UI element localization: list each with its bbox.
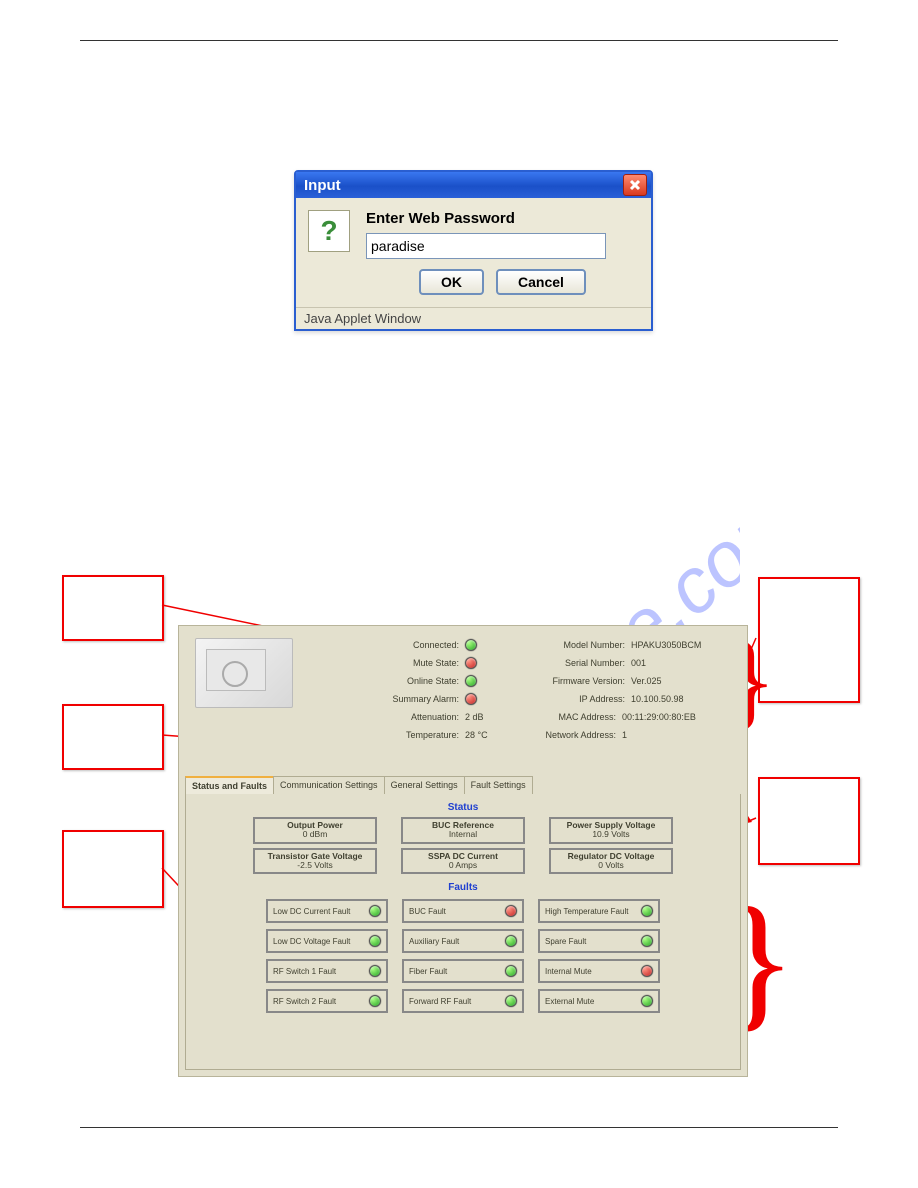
annotation-box (62, 830, 164, 908)
dialog-statusbar: Java Applet Window (296, 307, 651, 329)
fault-led (369, 995, 381, 1007)
led-mute (465, 657, 477, 669)
fault-led (641, 995, 653, 1007)
value-model: HPAKU3050BCM (631, 640, 737, 650)
device-image (195, 638, 293, 708)
dialog-title: Input (304, 177, 341, 194)
led-online (465, 675, 477, 687)
fault-led (641, 905, 653, 917)
section-title-status: Status (186, 802, 740, 813)
value-serial: 001 (631, 658, 737, 668)
status-box: Regulator DC Voltage0 Volts (549, 848, 673, 875)
fault-cell: Internal Mute (538, 959, 660, 983)
question-icon: ? (308, 210, 350, 252)
label-serial: Serial Number: (525, 658, 631, 668)
status-box: BUC ReferenceInternal (401, 817, 525, 844)
fault-cell: Spare Fault (538, 929, 660, 953)
password-input[interactable] (366, 233, 606, 259)
tab-status-faults[interactable]: Status and Faults (185, 776, 274, 794)
value-mac: 00:11:29:00:80:EB (622, 712, 737, 722)
fault-cell: RF Switch 2 Fault (266, 989, 388, 1013)
fault-led (505, 905, 517, 917)
fault-cell: High Temperature Fault (538, 899, 660, 923)
value-temp: 28 °C (465, 730, 505, 740)
label-model: Model Number: (525, 640, 631, 650)
fault-led (369, 965, 381, 977)
dialog-prompt: Enter Web Password (366, 210, 639, 227)
status-box: Power Supply Voltage10.9 Volts (549, 817, 673, 844)
close-button[interactable] (623, 174, 647, 196)
close-icon (629, 179, 641, 191)
fault-cell: External Mute (538, 989, 660, 1013)
label-mute: Mute State: (309, 658, 465, 668)
tabs: Status and Faults Communication Settings… (185, 776, 741, 795)
fault-led (505, 965, 517, 977)
fault-led (505, 935, 517, 947)
fault-cell: Low DC Current Fault (266, 899, 388, 923)
fault-led (369, 905, 381, 917)
fault-led (641, 935, 653, 947)
tab-comm-settings[interactable]: Communication Settings (273, 776, 385, 794)
fault-cell: BUC Fault (402, 899, 524, 923)
value-firmware: Ver.025 (631, 676, 737, 686)
fault-cell: Fiber Fault (402, 959, 524, 983)
status-panel: Connected: Model Number: HPAKU3050BCM Mu… (178, 625, 748, 1077)
status-grid: Connected: Model Number: HPAKU3050BCM Mu… (309, 636, 737, 744)
fault-cell: Forward RF Fault (402, 989, 524, 1013)
tab-fault-settings[interactable]: Fault Settings (464, 776, 533, 794)
label-online: Online State: (309, 676, 465, 686)
fault-led (505, 995, 517, 1007)
fault-cell: Low DC Voltage Fault (266, 929, 388, 953)
cancel-button[interactable]: Cancel (496, 269, 586, 295)
input-dialog: Input ? Enter Web Password OK Cancel Jav… (294, 170, 653, 331)
status-box: SSPA DC Current0 Amps (401, 848, 525, 875)
ok-button[interactable]: OK (419, 269, 484, 295)
section-title-faults: Faults (186, 882, 740, 893)
label-connected: Connected: (309, 640, 465, 650)
label-atten: Attenuation: (309, 712, 465, 722)
led-connected (465, 639, 477, 651)
fault-cell: RF Switch 1 Fault (266, 959, 388, 983)
fault-cell: Auxiliary Fault (402, 929, 524, 953)
fault-led (641, 965, 653, 977)
status-box: Transistor Gate Voltage-2.5 Volts (253, 848, 377, 875)
fault-led (369, 935, 381, 947)
status-box: Output Power0 dBm (253, 817, 377, 844)
label-firmware: Firmware Version: (525, 676, 631, 686)
value-ip: 10.100.50.98 (631, 694, 737, 704)
value-atten: 2 dB (465, 712, 505, 722)
label-temp: Temperature: (309, 730, 465, 740)
annotation-box (62, 704, 164, 770)
led-alarm (465, 693, 477, 705)
value-net: 1 (622, 730, 737, 740)
label-alarm: Summary Alarm: (309, 694, 465, 704)
label-ip: IP Address: (525, 694, 631, 704)
tab-general-settings[interactable]: General Settings (384, 776, 465, 794)
label-net: Network Address: (516, 730, 622, 740)
tab-body: Status Output Power0 dBm BUC ReferenceInt… (185, 794, 741, 1070)
titlebar: Input (296, 172, 651, 198)
annotation-box (758, 777, 860, 865)
annotation-box (62, 575, 164, 641)
label-mac: MAC Address: (516, 712, 622, 722)
